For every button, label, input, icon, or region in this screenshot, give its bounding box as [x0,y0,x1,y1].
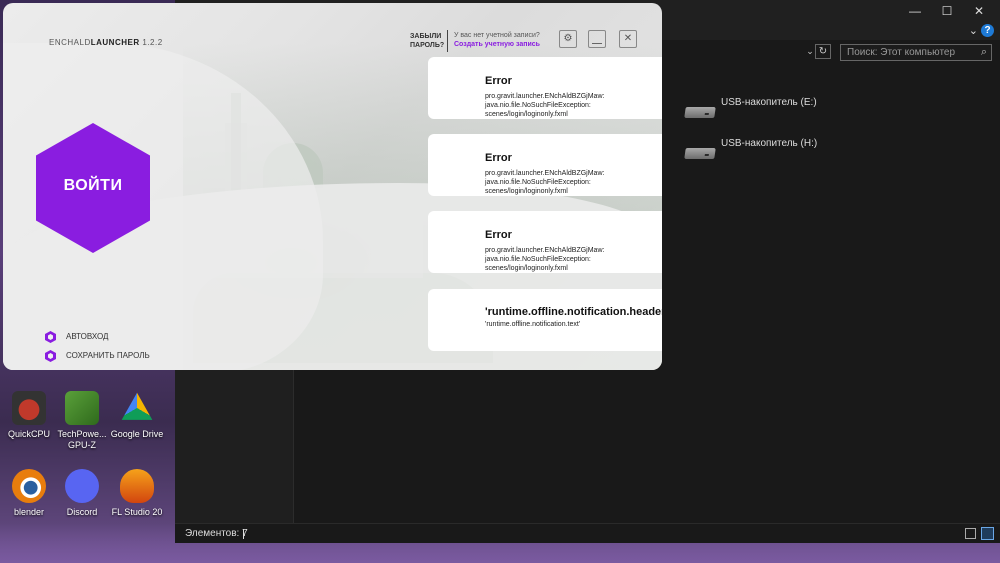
ribbon-expand-icon[interactable]: ⌄ [969,24,978,37]
notification-text: 'runtime.offline.notification.text' [485,321,581,328]
desktop-icon-fl-studio[interactable]: FL Studio 20 [108,469,166,518]
forgot-password-line1: ЗАБЫЛИ [410,33,442,40]
header-divider [447,30,448,52]
usb-drive-icon [684,148,716,159]
drive-label: USB-накопитель (E:) [721,97,817,108]
create-account-link[interactable]: Создать учетную запись [454,41,540,48]
version: 1.2.2 [142,38,163,47]
notification-card[interactable]: Error pro.gravit.launcher.ENchAldBZGjMaw… [428,211,662,273]
drive-item-h[interactable]: USB-накопитель (H:) [684,138,825,166]
no-account-text: У вас нет учетной записи? [454,32,540,39]
refresh-button[interactable]: ↻ [815,44,831,59]
details-view-icon[interactable] [965,528,976,539]
notification-text: pro.gravit.launcher.ENchAldBZGjMaw: java… [485,247,605,272]
desktop-icon-google-drive[interactable]: Google Drive [108,391,166,440]
discord-icon [65,469,99,503]
item-count: Элементов: 7 [185,528,248,539]
notification-card[interactable]: Error pro.gravit.launcher.ENchAldBZGjMaw… [428,57,662,119]
desktop-icon-label: TechPowe... GPU-Z [57,429,107,450]
settings-icon: ⚙ [563,33,573,44]
drive-label: USB-накопитель (H:) [721,138,818,149]
drive-item-e[interactable]: USB-накопитель (E:) [684,97,825,125]
desktop-icon-blender[interactable]: blender [0,469,58,518]
desktop-icon-label: Google Drive [110,429,164,439]
notification-text: pro.gravit.launcher.ENchAldBZGjMaw: java… [485,93,605,118]
desktop-icon-label: blender [13,507,45,517]
usb-drive-icon [684,107,716,118]
launcher-window: ENCHALDLAUNCHER 1.2.2 ЗАБЫЛИ ПАРОЛЬ? У ва… [3,3,662,370]
fl-studio-icon [120,469,154,503]
maximize-window-button[interactable]: ☐ [932,3,962,19]
notification-title: Error [485,75,512,87]
desktop-icon-quickcpu[interactable]: QuickCPU [0,391,58,440]
brand-name: ENCHALD [49,38,91,47]
navigation-pane[interactable] [175,370,293,523]
launcher-name: LAUNCHER [90,38,140,47]
pane-divider [293,370,294,523]
help-icon[interactable]: ? [981,24,994,37]
quickcpu-icon [12,391,46,425]
search-icon: ⌕ [980,46,987,58]
close-window-button[interactable]: ✕ [964,3,994,19]
notification-text: pro.gravit.launcher.ENchAldBZGjMaw: java… [485,170,605,195]
forgot-password-link[interactable]: ЗАБЫЛИ ПАРОЛЬ? [410,32,444,50]
close-icon: ✕ [623,33,633,44]
gpuz-icon [65,391,99,425]
settings-button[interactable]: ⚙ [559,30,577,48]
login-button-label: ВОЙТИ [63,177,123,194]
desktop-icon-label: Discord [66,507,98,517]
close-button[interactable]: ✕ [619,30,637,48]
notification-title: 'runtime.offline.notification.header' [485,306,662,318]
notification-title: Error [485,152,512,164]
save-password-label: СОХРАНИТЬ ПАРОЛЬ [66,351,150,360]
forgot-password-line2: ПАРОЛЬ? [410,42,445,49]
status-bar: Элементов: 7 [175,523,1000,543]
tiles-view-icon[interactable] [981,527,994,540]
desktop-icon-gpuz[interactable]: TechPowe... GPU-Z [53,391,111,451]
blender-icon [12,469,46,503]
search-placeholder: Поиск: Этот компьютер [847,47,956,58]
notification-card[interactable]: Error pro.gravit.launcher.ENchAldBZGjMaw… [428,134,662,196]
minimize-window-button[interactable]: — [900,3,930,19]
search-input[interactable]: Поиск: Этот компьютер ⌕ [840,44,992,61]
app-title: ENCHALDLAUNCHER 1.2.2 [49,38,163,47]
status-separator [243,529,244,539]
desktop-icons: QuickCPU TechPowe... GPU-Z Google Drive … [0,385,175,525]
desktop-icon-label: FL Studio 20 [111,507,163,517]
autologin-label: АВТОВХОД [66,332,109,341]
google-drive-icon [121,392,153,420]
notification-title: Error [485,229,512,241]
desktop-icon-discord[interactable]: Discord [53,469,111,518]
minimize-icon [592,43,602,44]
notification-card[interactable]: 'runtime.offline.notification.header' 'r… [428,289,662,351]
desktop-icon-label: QuickCPU [7,429,50,439]
minimize-button[interactable] [588,30,606,48]
